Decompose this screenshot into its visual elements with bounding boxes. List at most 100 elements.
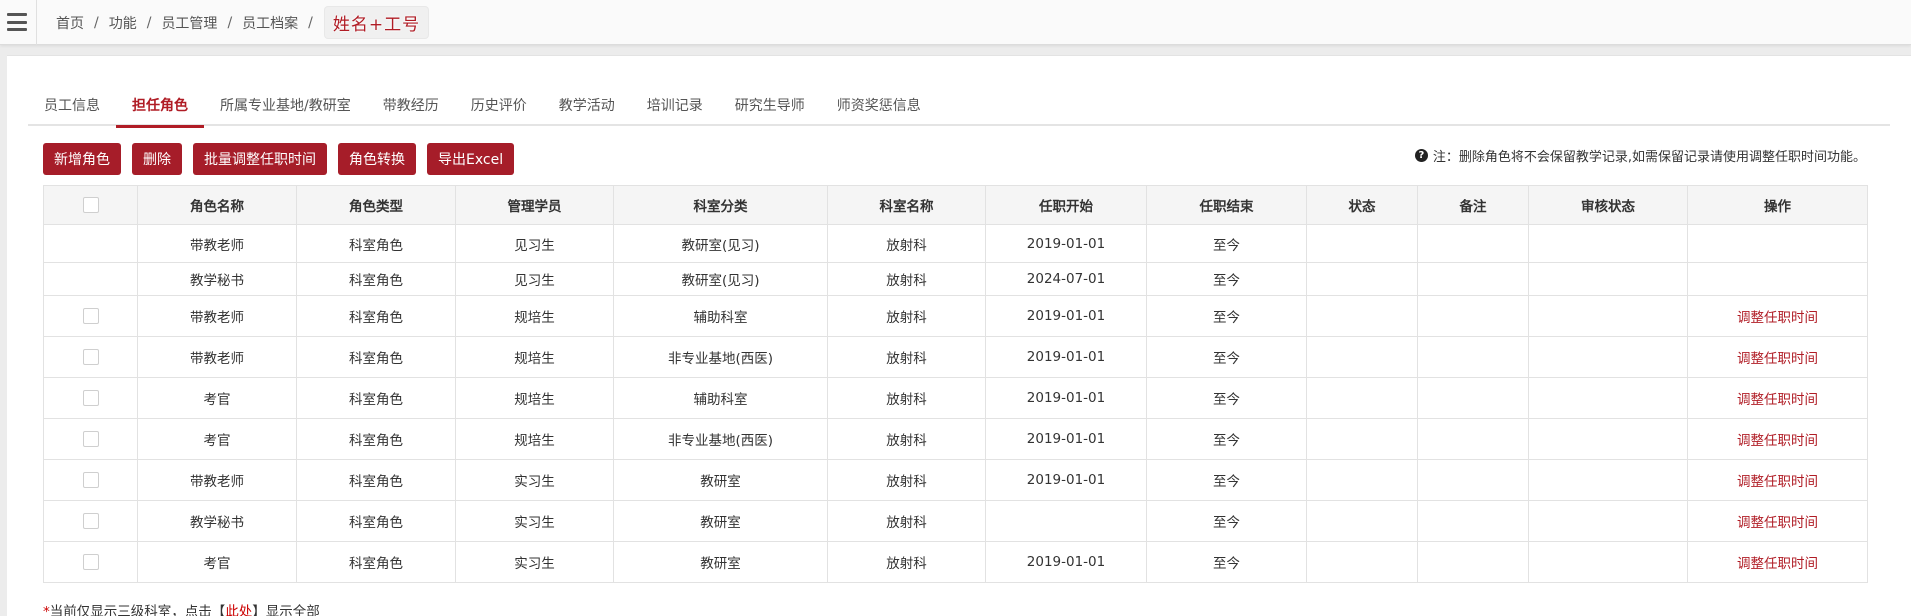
cell-role: 带教老师 [137,336,297,378]
export-excel-button[interactable]: 导出Excel [427,143,515,175]
cell-type: 科室角色 [296,336,456,378]
adjust-time-link[interactable]: 调整任职时间 [1737,310,1818,326]
cell-status [1306,500,1418,542]
top-bar: 首页 / 功能 / 员工管理 / 员工档案 / 姓名+工号 [0,0,1911,45]
cell-audit [1528,418,1688,460]
adjust-time-link[interactable]: 调整任职时间 [1737,474,1818,490]
breadcrumb-separator: / [94,14,99,31]
breadcrumb-separator: / [146,14,152,31]
cell-type: 科室角色 [296,295,456,337]
row-checkbox[interactable] [82,390,99,406]
delete-button[interactable]: 删除 [132,143,182,175]
cell-remark [1417,500,1529,542]
cell-start: 2019-01-01 [985,418,1147,460]
delete-note: ? 注：删除角色将不会保留教学记录,如需保留记录请使用调整任职时间功能。 [1414,146,1866,165]
cell-student: 见习生 [455,224,614,263]
role-convert-button[interactable]: 角色转换 [338,143,416,175]
divider [36,0,37,45]
cell-remark [1417,459,1529,501]
cell-category: 教研室 [613,500,828,542]
footnote-prefix: 当前仅显示三级科室，点击【 [49,604,226,616]
column-header: 备注 [1417,185,1529,225]
cell-action: 调整任职时间 [1687,377,1868,419]
row-checkbox[interactable] [82,472,99,488]
cell-status [1306,418,1418,460]
table-row: 考官 科室角色 实习生 教研室 放射科 2019-01-01 至今 调整任职时间 [43,541,1868,583]
checkbox-cell [43,262,138,296]
tab-3[interactable]: 带教经历 [367,80,455,126]
cell-dept: 放射科 [827,262,986,296]
add-role-button[interactable]: 新增角色 [43,143,121,175]
tab-bar: 员工信息 担任角色 所属专业基地/教研室 带教经历 历史评价 教学活动 培训记录 研究生导师师… [28,80,1890,128]
breadcrumb-function[interactable]: 功能 [109,13,137,33]
tab-2[interactable]: 所属专业基地/教研室 [204,80,367,126]
select-all-checkbox[interactable] [82,197,99,213]
column-header: 角色名称 [137,185,297,225]
toolbar: 新增角色 删除 批量调整任职时间 角色转换 导出Excel [43,143,515,175]
cell-dept: 放射科 [827,500,986,542]
cell-category: 教研室(见习) [613,262,828,296]
tab-8[interactable]: 师资奖惩信息 [821,80,937,126]
column-header: 状态 [1306,185,1418,225]
cell-dept: 放射科 [827,377,986,419]
adjust-time-link[interactable]: 调整任职时间 [1737,433,1818,449]
row-checkbox[interactable] [82,554,99,570]
row-checkbox[interactable] [82,349,99,365]
cell-type: 科室角色 [296,418,456,460]
checkbox-cell [43,418,138,460]
select-all-header[interactable] [43,185,138,225]
cell-end: 至今 [1146,336,1307,378]
cell-action [1687,262,1868,296]
cell-role: 带教老师 [137,224,297,263]
cell-dept: 放射科 [827,541,986,583]
cell-audit [1528,500,1688,542]
breadcrumb-home[interactable]: 首页 [56,13,84,33]
cell-student: 实习生 [455,541,614,583]
breadcrumb-separator: / [308,14,313,31]
cell-action: 调整任职时间 [1687,336,1868,378]
cell-end: 至今 [1146,459,1307,501]
cell-status [1306,336,1418,378]
tab-4[interactable]: 历史评价 [455,80,543,126]
tab-7[interactable]: 研究生导师 [719,80,821,126]
checkbox-cell [43,500,138,542]
table-row: 教学秘书 科室角色 见习生 教研室(见习) 放射科 2024-07-01 至今 [43,262,1868,296]
cell-type: 科室角色 [296,541,456,583]
row-checkbox[interactable] [82,431,99,447]
cell-audit [1528,295,1688,337]
cell-role: 教学秘书 [137,262,297,296]
cell-dept: 放射科 [827,418,986,460]
breadcrumb-staff-archive[interactable]: 员工档案 [242,13,298,33]
column-header: 科室名称 [827,185,986,225]
roles-table: 角色名称 角色类型 管理学员 科室分类 科室名称 任职开始 任职结束 状态 备注 审核状态 操作 带… [43,185,1868,583]
table-row: 带教老师 科室角色 见习生 教研室(见习) 放射科 2019-01-01 至今 [43,224,1868,263]
row-checkbox[interactable] [82,308,99,324]
row-checkbox[interactable] [82,513,99,529]
tab-0[interactable]: 员工信息 [28,80,116,126]
batch-adjust-time-button[interactable]: 批量调整任职时间 [193,143,327,175]
cell-audit [1528,224,1688,263]
cell-student: 见习生 [455,262,614,296]
cell-status [1306,295,1418,337]
adjust-time-link[interactable]: 调整任职时间 [1737,556,1818,572]
cell-remark [1417,377,1529,419]
cell-type: 科室角色 [296,459,456,501]
breadcrumb-staff-management[interactable]: 员工管理 [161,13,217,33]
cell-remark [1417,295,1529,337]
cell-student: 规培生 [455,295,614,337]
cell-role: 带教老师 [137,295,297,337]
cell-start: 2019-01-01 [985,295,1147,337]
adjust-time-link[interactable]: 调整任职时间 [1737,515,1818,531]
menu-icon[interactable] [7,13,27,31]
tab-5[interactable]: 教学活动 [543,80,631,126]
adjust-time-link[interactable]: 调整任职时间 [1737,351,1818,367]
tab-1[interactable]: 担任角色 [116,80,204,128]
cell-action: 调整任职时间 [1687,500,1868,542]
cell-status [1306,459,1418,501]
adjust-time-link[interactable]: 调整任职时间 [1737,392,1818,408]
cell-end: 至今 [1146,418,1307,460]
show-all-link[interactable]: 此处 [225,604,252,616]
tab-6[interactable]: 培训记录 [631,80,719,126]
question-circle-icon: ? [1414,149,1428,162]
table-row: 带教老师 科室角色 规培生 非专业基地(西医) 放射科 2019-01-01 至今 调整任职时… [43,336,1868,378]
